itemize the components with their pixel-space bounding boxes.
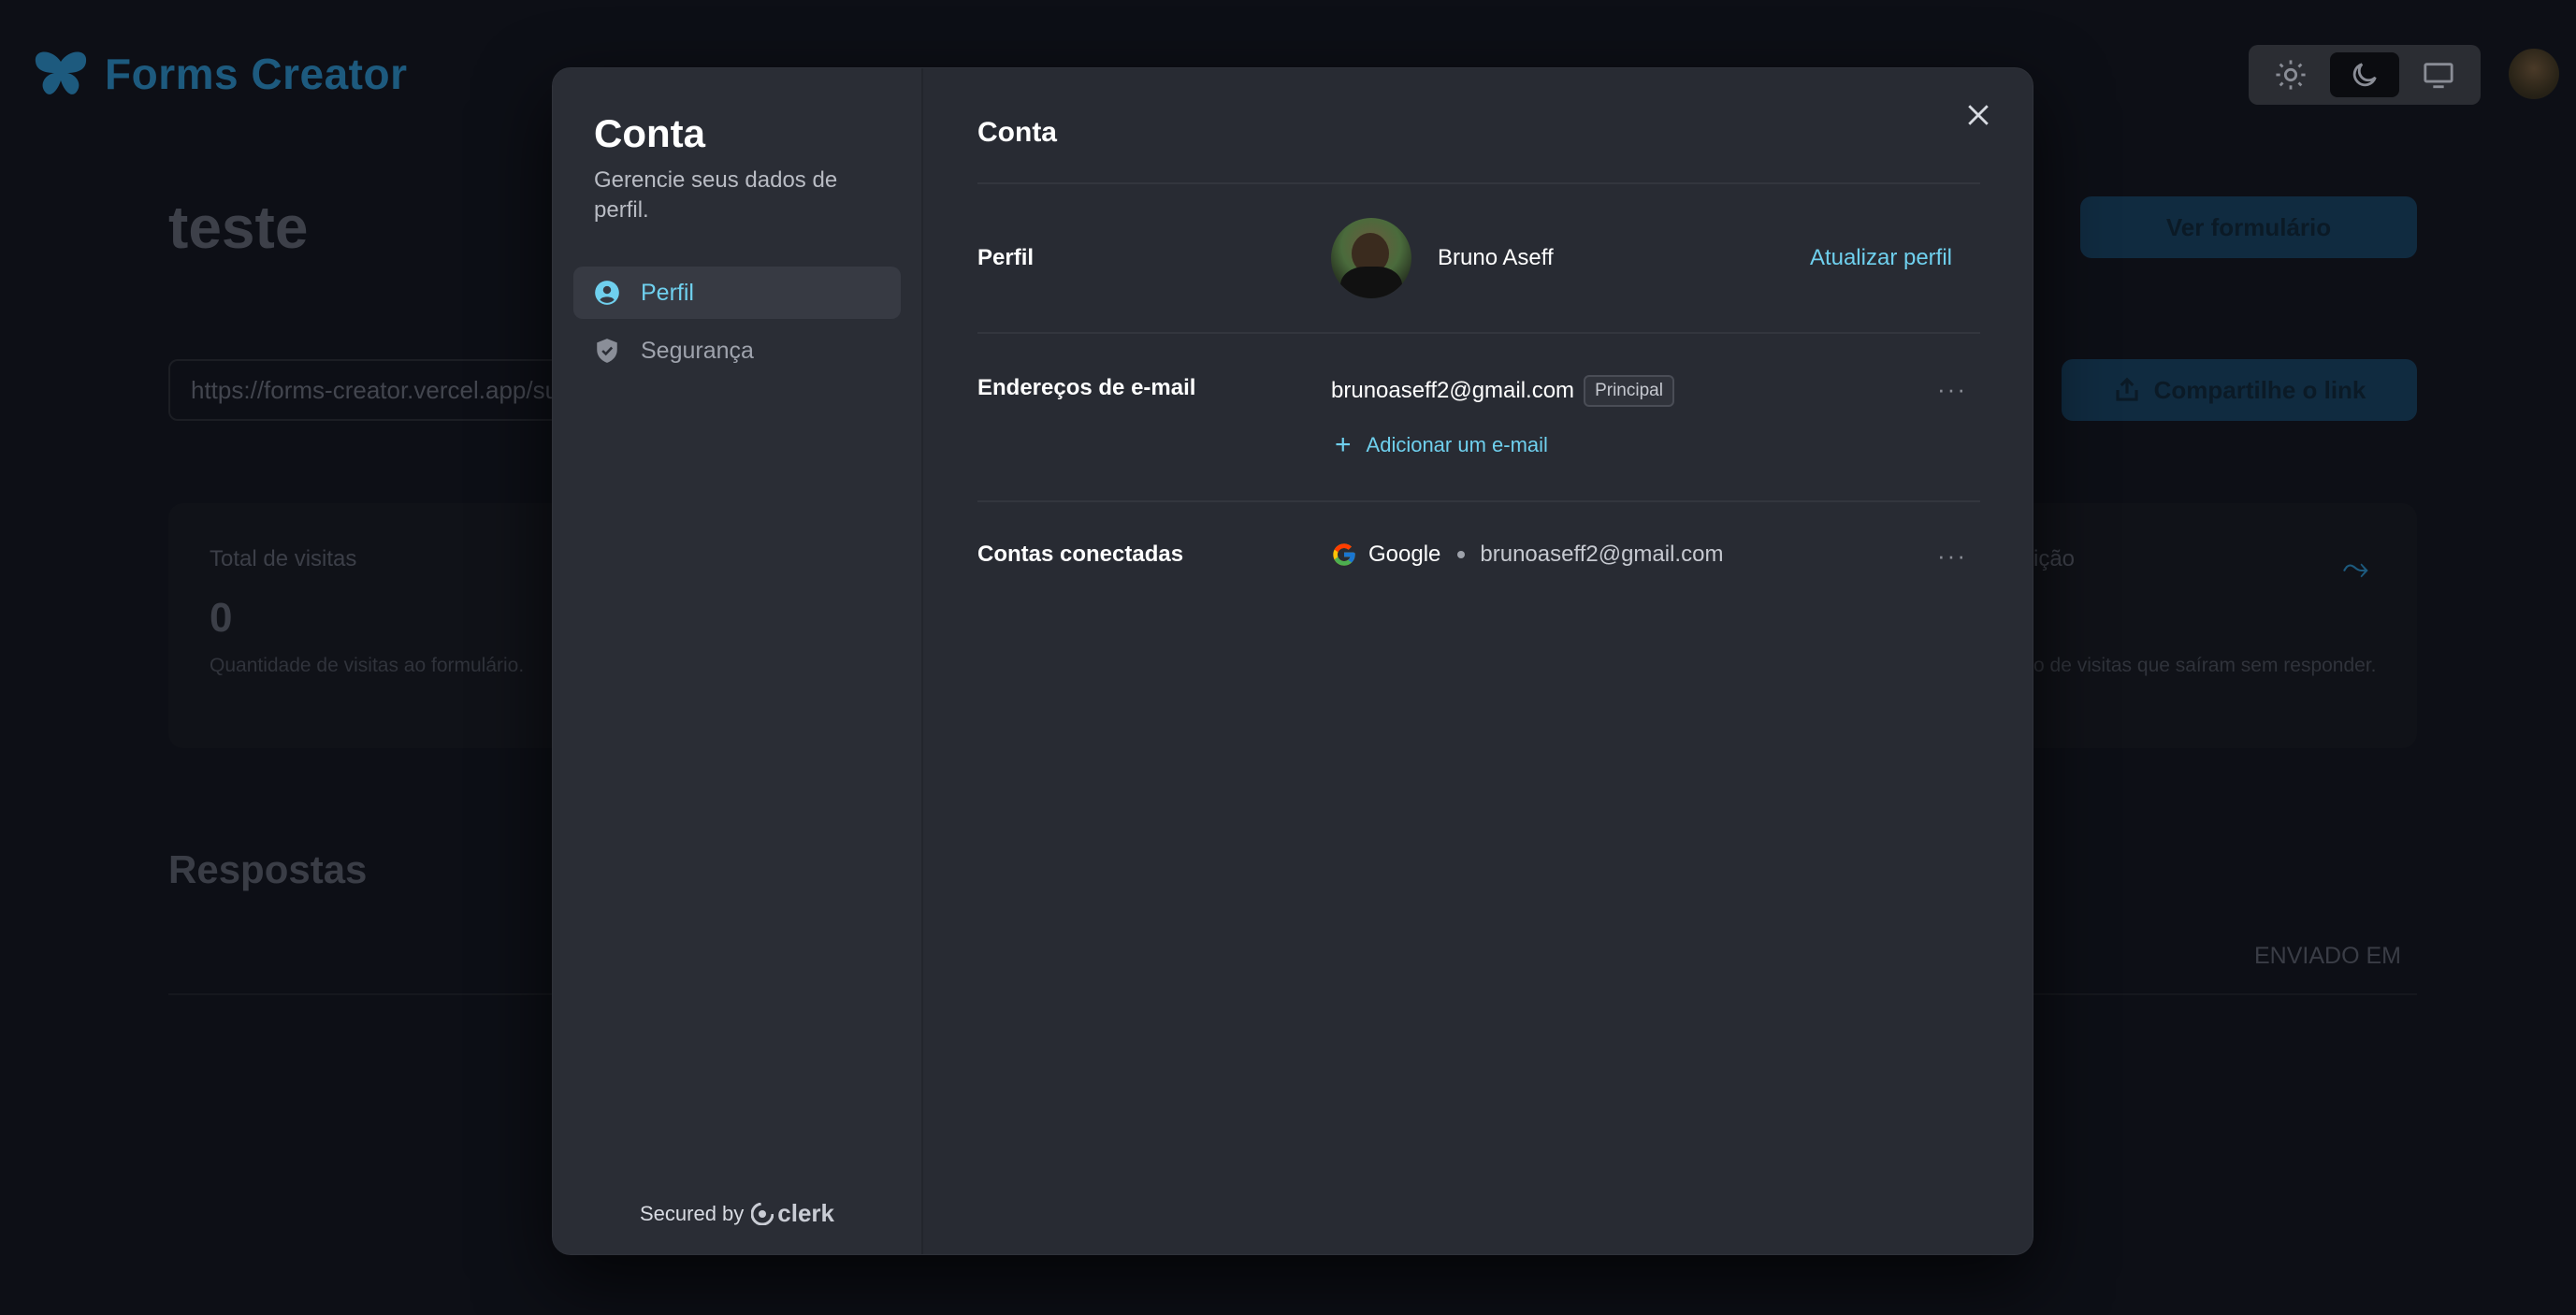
add-email-label: Adicionar um e-mail [1366, 433, 1548, 456]
profile-content: Bruno Aseff Atualizar perfil [1331, 218, 1980, 298]
close-icon [1968, 105, 1989, 125]
connected-accounts-label: Contas conectadas [977, 542, 1184, 567]
share-link-button[interactable]: Compartilhe o link [2062, 359, 2417, 421]
connected-accounts-section: Contas conectadas Google brunoaseff2@gma… [977, 502, 1980, 605]
connected-account-item: Google brunoaseff2@gmail.com [1331, 542, 1980, 568]
sent-at-header: ENVIADO EM [2254, 943, 2401, 969]
sidebar-subtitle: Gerencie seus dados de perfil. [594, 167, 838, 223]
connected-email: brunoaseff2@gmail.com [1480, 542, 1724, 567]
moon-icon [2352, 63, 2377, 87]
stat-value-visits: 0 [210, 595, 233, 641]
split-arrow-icon: ⤳ [2342, 548, 2369, 586]
page-title: teste [168, 194, 309, 261]
stat-label-right: ição [2033, 546, 2076, 571]
shield-check-icon [594, 338, 620, 364]
primary-email: brunoaseff2@gmail.com [1331, 378, 1575, 403]
butterfly-icon [35, 51, 87, 94]
sidebar-item-profile[interactable]: Perfil [573, 267, 901, 319]
account-modal: Conta Gerencie seus dados de perfil. Per… [552, 67, 2033, 1255]
sidebar-nav: Perfil Segurança [573, 267, 901, 377]
modal-sidebar: Conta Gerencie seus dados de perfil. Per… [553, 68, 923, 1254]
connected-account-options-button[interactable]: ··· [1937, 542, 1967, 571]
sun-icon [2276, 60, 2306, 90]
responses-title: Respostas [168, 847, 368, 891]
provider-name: Google [1368, 542, 1441, 567]
sidebar-item-label: Perfil [641, 279, 694, 306]
secured-by-footer: Secured by clerk [553, 1199, 921, 1228]
stat-label-visits: Total de visitas [210, 546, 357, 571]
profile-avatar [1331, 218, 1411, 298]
emails-section: Endereços de e-mail brunoaseff2@gmail.co… [977, 334, 1980, 500]
sidebar-item-label: Segurança [641, 337, 754, 364]
primary-badge: Principal [1584, 375, 1674, 407]
main-title: Conta [977, 117, 1057, 148]
emails-label: Endereços de e-mail [977, 375, 1196, 400]
stat-desc-visits: Quantidade de visitas ao formulário. [210, 655, 525, 676]
email-item: brunoaseff2@gmail.com Principal [1331, 375, 1980, 407]
share-icon [2116, 377, 2138, 401]
plus-icon: + [1335, 429, 1352, 460]
share-link-label: Compartilhe o link [2153, 375, 2366, 404]
google-icon [1333, 543, 1355, 566]
stat-desc-right: o de visitas que saíram sem responder. [2033, 655, 2377, 676]
dark-theme-button[interactable] [2329, 52, 2399, 97]
form-link-input[interactable]: https://forms-creator.vercel.app/su [168, 359, 580, 421]
view-form-button[interactable]: Ver formulário [2080, 196, 2417, 258]
user-circle-icon [594, 280, 620, 306]
monitor-icon [2424, 63, 2453, 89]
theme-switcher [2249, 45, 2481, 105]
clerk-logo[interactable]: clerk [751, 1199, 834, 1228]
brand[interactable]: Forms Creator [34, 49, 407, 99]
secured-by-text: Secured by [639, 1201, 745, 1225]
brand-name: Forms Creator [105, 50, 408, 98]
profile-name: Bruno Aseff [1438, 245, 1554, 270]
profile-label: Perfil [977, 245, 1035, 270]
system-theme-button[interactable] [2404, 52, 2473, 97]
modal-main: Conta Perfil Bruno Aseff Atualizar perfi… [923, 68, 2033, 1254]
sidebar-item-security[interactable]: Segurança [573, 325, 901, 377]
clerk-brand-text: clerk [777, 1199, 835, 1227]
profile-section: Perfil Bruno Aseff Atualizar perfil [977, 184, 1980, 332]
close-button[interactable] [1960, 96, 1997, 134]
email-options-button[interactable]: ··· [1937, 375, 1967, 404]
clerk-icon [751, 1202, 774, 1225]
connected-accounts-content: Google brunoaseff2@gmail.com ··· [1331, 542, 1980, 605]
update-profile-link[interactable]: Atualizar perfil [1810, 245, 1952, 271]
separator-dot [1457, 551, 1466, 558]
user-avatar[interactable] [2509, 49, 2559, 99]
sidebar-title: Conta [594, 111, 705, 155]
light-theme-button[interactable] [2256, 52, 2325, 97]
emails-content: brunoaseff2@gmail.com Principal ··· + Ad… [1331, 375, 1980, 500]
add-email-button[interactable]: + Adicionar um e-mail [1331, 429, 1980, 460]
